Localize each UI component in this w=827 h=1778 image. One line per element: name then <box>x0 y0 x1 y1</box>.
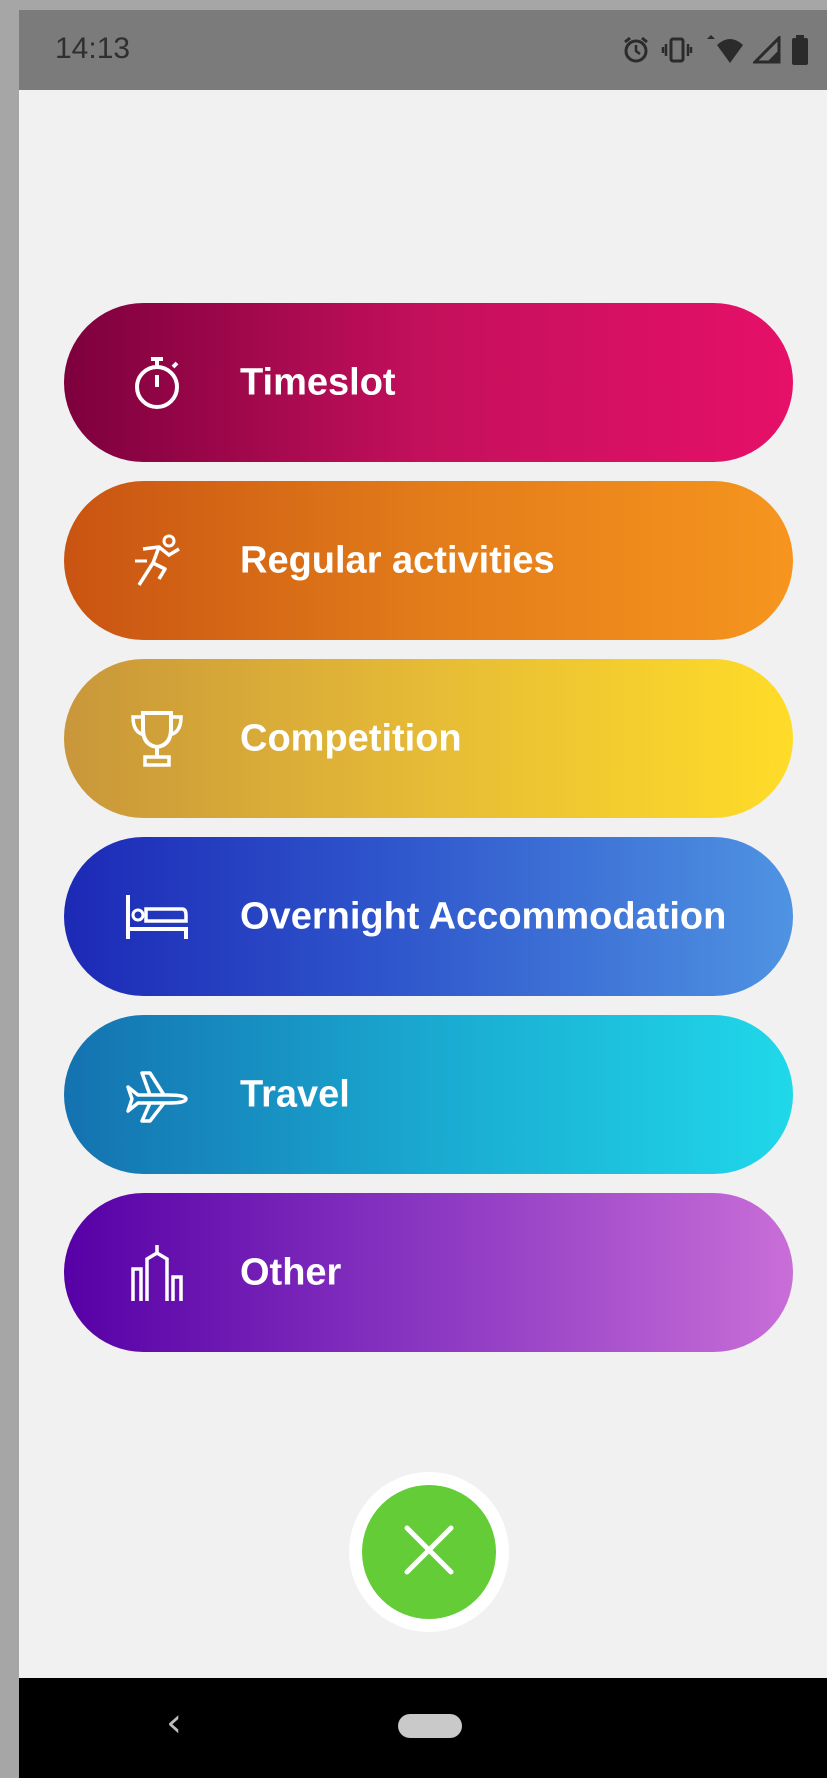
alarm-icon <box>621 35 651 65</box>
overnight-accommodation-button[interactable]: Overnight Accommodation <box>64 837 793 996</box>
phone-screen: 14:13 Timeslot Regular activities Compet… <box>19 10 827 1778</box>
trophy-icon <box>124 706 190 772</box>
vibrate-icon <box>661 36 693 64</box>
status-time: 14:13 <box>55 32 131 65</box>
wifi-icon <box>703 35 743 65</box>
runner-icon <box>124 528 190 594</box>
buildings-icon <box>124 1240 190 1306</box>
status-bar: 14:13 <box>19 10 827 90</box>
regular-activities-label: Regular activities <box>240 539 555 581</box>
other-button[interactable]: Other <box>64 1193 793 1352</box>
close-button-circle <box>362 1485 496 1619</box>
competition-label: Competition <box>240 717 462 759</box>
travel-label: Travel <box>240 1073 350 1115</box>
timeslot-button[interactable]: Timeslot <box>64 303 793 462</box>
close-button[interactable] <box>349 1472 509 1632</box>
status-icons <box>621 32 809 68</box>
bed-icon <box>124 884 190 950</box>
other-label: Other <box>240 1251 342 1293</box>
signal-icon <box>753 36 781 64</box>
regular-activities-button[interactable]: Regular activities <box>64 481 793 640</box>
navigation-bar: ‹ <box>19 1678 827 1778</box>
stopwatch-icon <box>124 350 190 416</box>
travel-button[interactable]: Travel <box>64 1015 793 1174</box>
activity-type-menu: Timeslot Regular activities Competition … <box>64 303 793 1371</box>
competition-button[interactable]: Competition <box>64 659 793 818</box>
overnight-accommodation-label: Overnight Accommodation <box>240 895 727 937</box>
home-pill-icon[interactable] <box>398 1714 462 1738</box>
close-icon <box>401 1522 457 1583</box>
battery-icon <box>791 35 809 65</box>
airplane-icon <box>124 1062 190 1128</box>
back-chevron-icon[interactable]: ‹ <box>166 1700 182 1746</box>
timeslot-label: Timeslot <box>240 361 396 403</box>
